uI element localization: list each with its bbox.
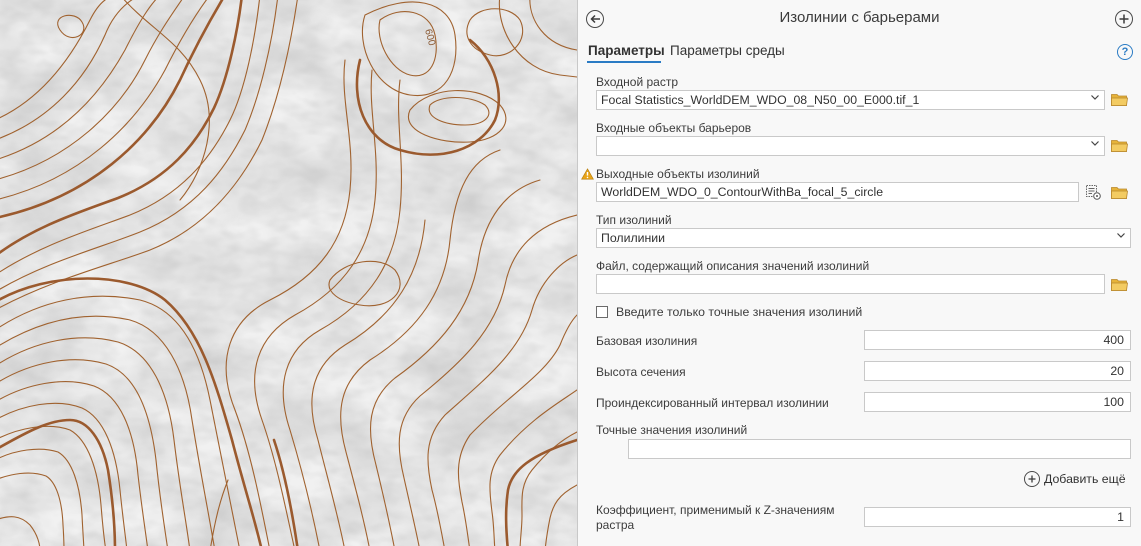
barrier-features-label: Входные объекты барьеров bbox=[596, 121, 752, 135]
z-factor-label-line1: Коэффициент, применимый к Z-значениям bbox=[596, 503, 835, 517]
folder-icon[interactable] bbox=[1111, 186, 1128, 199]
folder-icon[interactable] bbox=[1111, 139, 1128, 152]
z-factor-label: Коэффициент, применимый к Z-значениям ра… bbox=[596, 503, 834, 533]
base-contour-input[interactable]: 400 bbox=[864, 330, 1131, 350]
z-factor-label-line2: растра bbox=[596, 518, 635, 532]
folder-icon[interactable] bbox=[1111, 93, 1128, 106]
interval-label: Высота сечения bbox=[596, 365, 686, 379]
geoprocessing-pane: Изолинии с барьерами Параметры Параметры… bbox=[578, 0, 1141, 546]
contour-map: 600 bbox=[0, 0, 577, 546]
explicit-only-checkbox[interactable] bbox=[596, 306, 608, 318]
explicit-values-label: Точные значения изолиний bbox=[596, 423, 748, 437]
barrier-features-dropdown[interactable] bbox=[596, 136, 1105, 156]
chevron-down-icon bbox=[1091, 141, 1099, 146]
values-file-label: Файл, содержащий описания значений изоли… bbox=[596, 259, 870, 273]
dataset-properties-icon[interactable] bbox=[1085, 184, 1101, 200]
add-icon[interactable] bbox=[1115, 10, 1133, 28]
add-another-button[interactable]: Добавить ещё bbox=[1024, 471, 1126, 487]
indexed-interval-label: Проиндексированный интервал изолинии bbox=[596, 396, 829, 410]
chevron-down-icon bbox=[1117, 233, 1125, 238]
tab-environments[interactable]: Параметры среды bbox=[670, 43, 785, 58]
z-factor-input[interactable]: 1 bbox=[864, 507, 1131, 527]
values-file-input[interactable] bbox=[596, 274, 1105, 294]
interval-input[interactable]: 20 bbox=[864, 361, 1131, 381]
tab-parameters[interactable]: Параметры bbox=[588, 43, 665, 58]
indexed-interval-input[interactable]: 100 bbox=[864, 392, 1131, 412]
map-view[interactable]: 600 bbox=[0, 0, 577, 546]
contour-type-label: Тип изолиний bbox=[596, 213, 672, 227]
add-another-label: Добавить ещё bbox=[1044, 472, 1126, 486]
active-tab-underline bbox=[587, 61, 661, 63]
help-icon[interactable]: ? bbox=[1117, 44, 1133, 60]
contour-type-value: Полилинии bbox=[601, 231, 666, 245]
chevron-down-icon bbox=[1091, 95, 1099, 100]
warning-icon[interactable] bbox=[581, 168, 594, 180]
output-contours-input[interactable]: WorldDEM_WDO_0_ContourWithBa_focal_5_cir… bbox=[596, 182, 1079, 202]
output-contours-label: Выходные объекты изолиний bbox=[596, 167, 760, 181]
base-contour-label: Базовая изолиния bbox=[596, 334, 698, 348]
explicit-values-input[interactable] bbox=[628, 439, 1131, 459]
tool-title: Изолинии с барьерами bbox=[779, 9, 940, 26]
input-raster-dropdown[interactable]: Focal Statistics_WorldDEM_WDO_08_N50_00_… bbox=[596, 90, 1105, 110]
input-raster-label: Входной растр bbox=[596, 75, 679, 89]
folder-icon[interactable] bbox=[1111, 278, 1128, 291]
plus-circle-icon bbox=[1024, 471, 1040, 487]
explicit-only-label: Введите только точные значения изолиний bbox=[616, 305, 863, 319]
input-raster-value: Focal Statistics_WorldDEM_WDO_08_N50_00_… bbox=[601, 93, 920, 107]
contour-type-dropdown[interactable]: Полилинии bbox=[596, 228, 1131, 248]
